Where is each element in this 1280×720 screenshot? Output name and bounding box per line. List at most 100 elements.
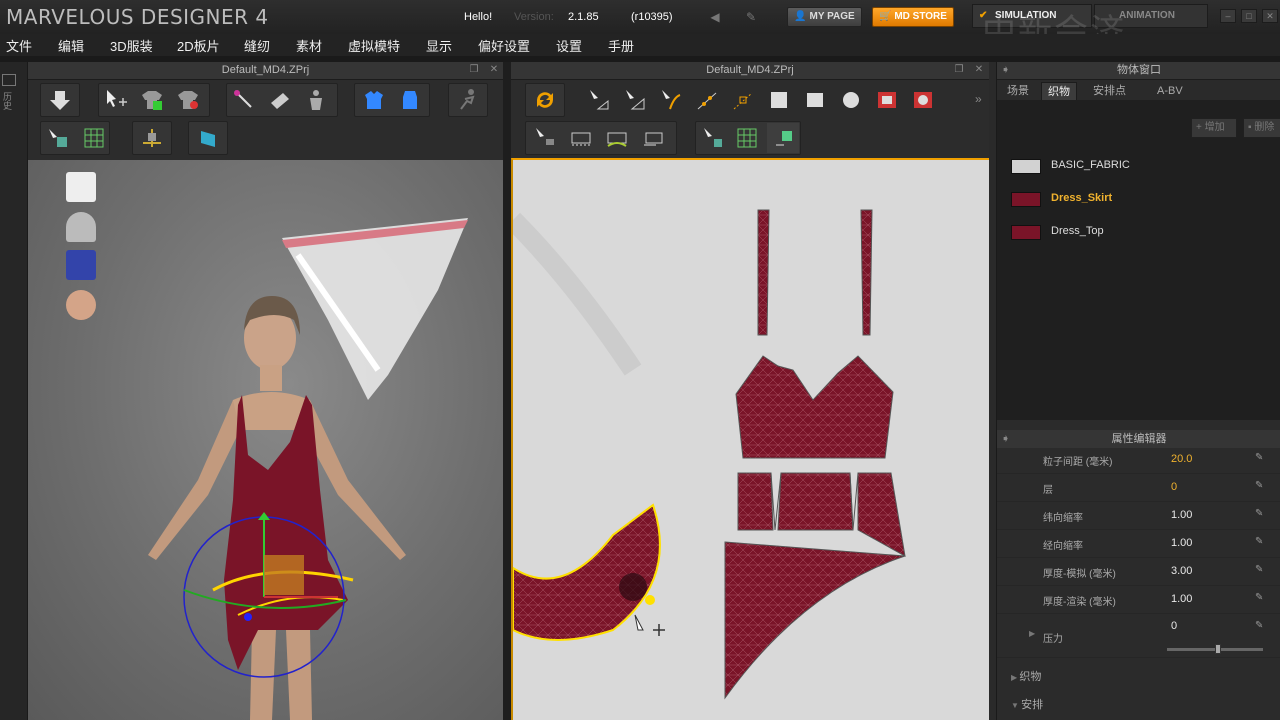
tab-abv[interactable]: A-BV [1151, 82, 1189, 100]
expand-arrow-icon[interactable]: ▶ [1029, 629, 1035, 638]
select-mesh-tool-icon[interactable] [172, 85, 204, 115]
collapse-icon[interactable]: ➧ [1001, 62, 1010, 79]
selected-point[interactable] [645, 595, 655, 605]
delete-fabric-button[interactable]: ▪ 删除 [1243, 118, 1280, 138]
texture-toggle-icon[interactable] [66, 250, 96, 280]
dress-top-piece[interactable] [735, 355, 894, 459]
skirt-panel-3[interactable] [857, 472, 906, 557]
add-point-icon[interactable] [691, 85, 723, 115]
property-value[interactable]: 20.0 [1171, 453, 1192, 465]
menu-3d-garment[interactable]: 3D服装 [110, 36, 153, 55]
show-mesh-2d-icon[interactable] [697, 123, 729, 153]
my-page-button[interactable]: 👤 MY PAGE [787, 7, 862, 27]
simulate-pose-icon[interactable] [452, 85, 484, 115]
avatar-toggle-icon[interactable] [66, 212, 96, 242]
menu-edit[interactable]: 编辑 [58, 36, 84, 55]
show-mesh-icon[interactable] [42, 123, 74, 153]
menu-avatar[interactable]: 虚拟模特 [348, 36, 400, 55]
skirt-panel-2[interactable] [777, 472, 854, 531]
float-panel-icon[interactable]: ❐ [468, 63, 480, 77]
add-fabric-button[interactable]: + 增加 [1191, 118, 1237, 138]
polygon-tool-icon[interactable] [763, 85, 795, 115]
pin-icon[interactable]: ✎ [1255, 536, 1267, 550]
circle-tool-icon[interactable] [835, 85, 867, 115]
menu-preferences[interactable]: 偏好设置 [478, 36, 530, 55]
strap-left[interactable] [757, 209, 770, 336]
panel-divider[interactable] [503, 62, 511, 720]
check-sewing-icon[interactable] [637, 123, 669, 153]
2d-pattern-window[interactable] [511, 158, 989, 720]
select-move-tool-icon[interactable] [100, 85, 132, 115]
gizmo-center[interactable] [244, 613, 252, 621]
garment-fit-icon[interactable] [394, 85, 426, 115]
gizmo-tool-icon[interactable] [136, 123, 168, 153]
property-value[interactable]: 1.00 [1171, 537, 1192, 549]
tab-arrangement[interactable]: 安排点 [1087, 82, 1132, 100]
fold-arrangement-icon[interactable] [358, 85, 390, 115]
pressure-slider-handle[interactable] [1215, 644, 1221, 654]
edit-curve-icon[interactable] [655, 85, 687, 115]
avatar-tool-icon[interactable] [300, 85, 332, 115]
toolbar-overflow-icon[interactable]: » [975, 92, 982, 106]
texture-tool-icon[interactable] [192, 123, 224, 153]
menu-materials[interactable]: 素材 [296, 36, 322, 55]
skirt-bottom-piece[interactable] [724, 541, 906, 700]
tape-tool-icon[interactable] [264, 85, 296, 115]
select-garment-tool-icon[interactable] [136, 85, 168, 115]
tab-fabric[interactable]: 织物 [1041, 82, 1077, 100]
gizmo-plane-handle[interactable] [264, 555, 304, 595]
segment-sewing-icon[interactable] [529, 123, 561, 153]
strap-right[interactable] [860, 209, 873, 336]
section-arrangement[interactable]: ▼ 安排 [1011, 696, 1043, 712]
menu-manual[interactable]: 手册 [608, 36, 634, 55]
pin-icon[interactable]: ✎ [1255, 620, 1267, 634]
pin-icon[interactable]: ✎ [1255, 508, 1267, 522]
rectangle-tool-icon[interactable] [799, 85, 831, 115]
edit-icon[interactable]: ✎ [742, 10, 760, 24]
md-store-button[interactable]: 🛒 MD STORE [872, 7, 954, 27]
pin-icon[interactable]: ✎ [1255, 452, 1267, 466]
refresh-tool-icon[interactable] [529, 85, 561, 115]
megaphone-icon[interactable]: ◀ [706, 10, 724, 24]
maximize-button[interactable]: □ [1241, 9, 1257, 23]
edit-point-icon[interactable] [727, 85, 759, 115]
menu-sewing[interactable]: 缝纫 [244, 36, 270, 55]
pin-icon[interactable]: ✎ [1255, 592, 1267, 606]
fabric-item-basic[interactable]: BASIC_FABRIC [997, 151, 1280, 181]
pin-tool-icon[interactable] [228, 85, 260, 115]
pin-icon[interactable]: ✎ [1255, 564, 1267, 578]
close-panel-icon[interactable]: ✕ [973, 63, 985, 77]
transform-pattern-icon[interactable] [583, 85, 615, 115]
property-value[interactable]: 1.00 [1171, 593, 1192, 605]
internal-circle-icon[interactable] [907, 85, 939, 115]
close-button[interactable]: ✕ [1262, 9, 1278, 23]
float-panel-icon[interactable]: ❐ [953, 63, 965, 77]
close-panel-icon[interactable]: ✕ [488, 63, 500, 77]
tab-scene[interactable]: 场景 [1001, 82, 1035, 100]
grid-icon[interactable] [78, 123, 110, 153]
property-value[interactable]: 3.00 [1171, 565, 1192, 577]
property-value[interactable]: 0 [1171, 620, 1177, 632]
menu-settings[interactable]: 设置 [556, 36, 582, 55]
fabric-item-dress-top[interactable]: Dress_Top [997, 217, 1280, 247]
menu-display[interactable]: 显示 [426, 36, 452, 55]
edit-sewing-icon[interactable] [601, 123, 633, 153]
section-fabric[interactable]: ▶ 织物 [1011, 668, 1041, 684]
history-strip[interactable]: 历史 [0, 62, 28, 720]
minimize-button[interactable]: – [1220, 9, 1236, 23]
skin-toggle-icon[interactable] [66, 290, 96, 320]
edit-pattern-icon[interactable] [619, 85, 651, 115]
grid-2d-icon[interactable] [731, 123, 763, 153]
free-sewing-icon[interactable] [565, 123, 597, 153]
fabric-item-dress-skirt[interactable]: Dress_Skirt [997, 184, 1280, 214]
property-value[interactable]: 0 [1171, 481, 1177, 493]
menu-2d-pattern[interactable]: 2D板片 [177, 36, 220, 55]
garment-toggle-icon[interactable] [66, 172, 96, 202]
property-value[interactable]: 1.00 [1171, 509, 1192, 521]
3d-viewport[interactable] [28, 160, 503, 720]
pin-icon[interactable]: ✎ [1255, 480, 1267, 494]
menu-file[interactable]: 文件 [6, 36, 32, 55]
texture-2d-icon[interactable] [767, 123, 799, 153]
skirt-panel-1[interactable] [737, 472, 774, 531]
internal-rectangle-icon[interactable] [871, 85, 903, 115]
